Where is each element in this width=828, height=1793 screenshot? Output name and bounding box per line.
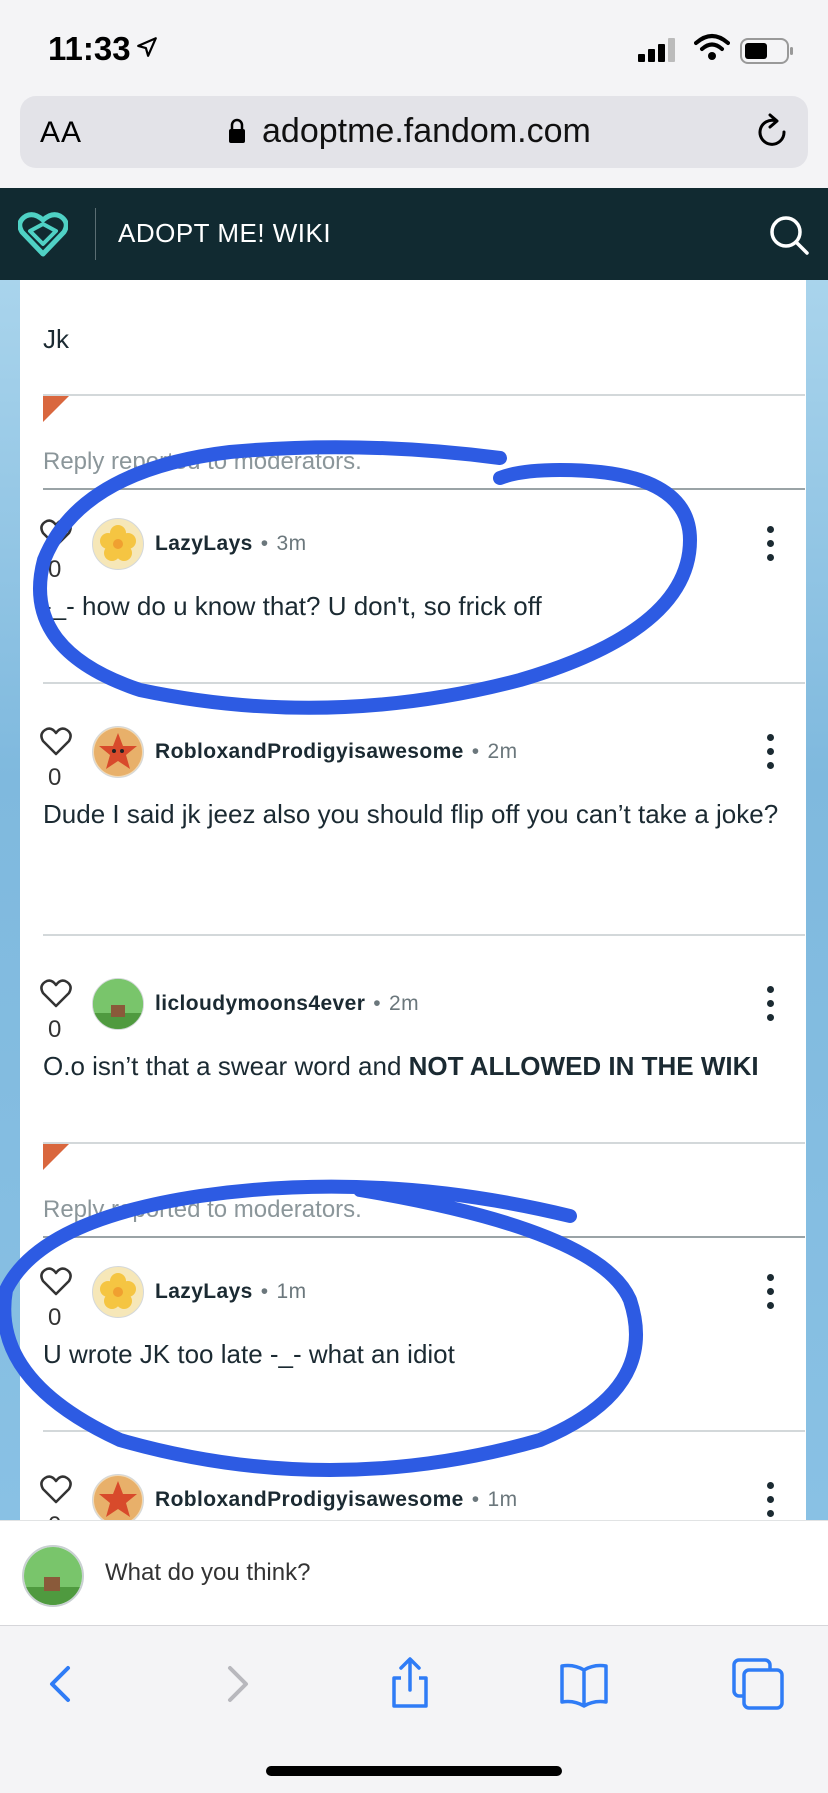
fandom-heart-logo[interactable] — [18, 208, 68, 258]
status-time: 11:33 — [48, 30, 131, 67]
reload-icon[interactable] — [754, 112, 790, 152]
comment-text: U wrote JK too late -_- what an idiot — [43, 1339, 455, 1369]
comment-text: O.o isn’t that a swear word and NOT ALLO… — [43, 1051, 759, 1081]
text-size-button[interactable]: AA — [40, 116, 82, 150]
avatar[interactable] — [92, 978, 144, 1030]
battery-icon — [740, 38, 793, 64]
avatar[interactable] — [92, 1266, 144, 1318]
comment-author[interactable]: LazyLays • 3m — [155, 532, 307, 556]
more-vertical-icon[interactable] — [765, 1480, 775, 1520]
comment-author[interactable]: LazyLays • 1m — [155, 1280, 307, 1304]
lock-icon — [229, 118, 245, 143]
more-vertical-icon[interactable] — [765, 524, 775, 564]
avatar[interactable] — [92, 518, 144, 570]
comment-author[interactable]: licloudymoons4ever • 2m — [155, 992, 419, 1016]
divider — [43, 934, 805, 936]
heart-icon[interactable] — [40, 978, 72, 1008]
avatar — [22, 1545, 84, 1607]
comment-author[interactable]: RobloxandProdigyisawesome • 1m — [155, 1488, 518, 1512]
home-indicator[interactable] — [266, 1766, 562, 1776]
reported-flag-icon — [43, 1144, 69, 1170]
more-vertical-icon[interactable] — [765, 1272, 775, 1312]
comment-bold-text: NOT ALLOWED IN THE WIKI — [408, 1051, 759, 1081]
previous-reply-text: Jk — [43, 324, 69, 354]
bookmarks-icon[interactable] — [556, 1656, 612, 1712]
avatar[interactable] — [92, 726, 144, 778]
share-icon[interactable] — [382, 1656, 438, 1712]
comment-time: 1m — [276, 1280, 307, 1303]
header-divider — [95, 208, 96, 260]
status-bar: 11:33 — [0, 0, 828, 92]
comment-time: 1m — [487, 1488, 518, 1511]
search-icon[interactable] — [768, 214, 810, 256]
divider — [43, 488, 805, 490]
location-arrow-icon — [137, 37, 157, 57]
wiki-title[interactable]: ADOPT ME! WIKI — [118, 218, 331, 249]
url-domain[interactable]: adoptme.fandom.com — [262, 112, 591, 151]
wiki-header: ADOPT ME! WIKI — [0, 188, 828, 280]
reply-bar[interactable]: What do you think? — [0, 1520, 828, 1625]
divider — [43, 1430, 805, 1432]
comment-text: -_- how do u know that? U don't, so fric… — [43, 591, 542, 621]
like-count: 0 — [48, 1512, 61, 1520]
cellular-signal-icon — [638, 38, 676, 62]
like-count: 0 — [48, 556, 62, 583]
reply-input[interactable]: What do you think? — [105, 1559, 310, 1587]
tabs-icon[interactable] — [730, 1656, 786, 1712]
like-count: 0 — [48, 764, 62, 791]
divider — [43, 682, 805, 684]
more-vertical-icon[interactable] — [765, 984, 775, 1024]
comment-author[interactable]: RobloxandProdigyisawesome • 2m — [155, 740, 518, 764]
comment-text: Dude I said jk jeez also you should flip… — [43, 799, 779, 829]
comment-thread: Jk Reply reported to moderators. 0 LazyL… — [20, 280, 806, 1520]
more-vertical-icon[interactable] — [765, 732, 775, 772]
address-bar[interactable]: AA adoptme.fandom.com — [20, 96, 808, 168]
like-count: 0 — [48, 1304, 62, 1331]
reported-flag-icon — [43, 396, 69, 422]
heart-icon[interactable] — [40, 726, 72, 756]
comment-time: 2m — [389, 992, 420, 1015]
moderation-notice: Reply reported to moderators. — [43, 448, 362, 475]
comment-time: 2m — [487, 740, 518, 763]
forward-icon[interactable] — [208, 1656, 264, 1712]
divider — [43, 1142, 805, 1144]
heart-icon[interactable] — [40, 1266, 72, 1296]
wifi-icon — [694, 34, 730, 60]
comment-time: 3m — [276, 532, 307, 555]
divider — [43, 394, 805, 396]
moderation-notice: Reply reported to moderators. — [43, 1196, 362, 1223]
like-count: 0 — [48, 1016, 62, 1043]
avatar[interactable] — [92, 1474, 144, 1520]
heart-icon[interactable] — [40, 518, 72, 548]
heart-icon[interactable] — [40, 1474, 72, 1504]
back-icon[interactable] — [34, 1656, 90, 1712]
divider — [43, 1236, 805, 1238]
